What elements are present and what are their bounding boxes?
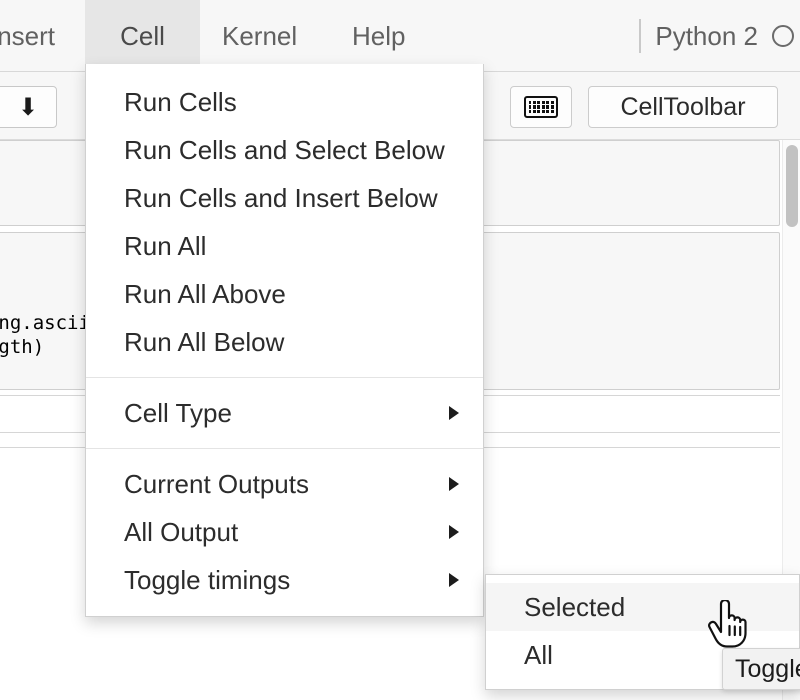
menu-separator [86,377,483,378]
menu-item-help[interactable]: Help [330,0,427,72]
keyboard-icon [524,96,558,118]
menu-bar: Insert Cell Kernel Help Python 2 [0,0,800,72]
menu-option-label: Cell Type [124,398,232,429]
circle-idle-icon[interactable] [772,25,794,47]
menu-option-run-cells[interactable]: Run Cells [86,78,483,126]
menu-option-label: Toggle timings [124,565,290,596]
menu-option-run-cells-and-insert-below[interactable]: Run Cells and Insert Below [86,174,483,222]
menu-option-current-outputs[interactable]: Current Outputs [86,460,483,508]
menu-option-run-all[interactable]: Run All [86,222,483,270]
jupyter-notebook-window: import time import string import random … [0,0,800,700]
menu-option-label: All Output [124,517,238,548]
menu-separator [86,448,483,449]
chevron-right-icon [449,573,459,587]
kernel-indicator-zone: Python 2 [639,0,800,72]
celltoolbar-button[interactable]: CellToolbar [588,86,778,128]
scrollbar-thumb[interactable] [786,145,798,227]
chevron-right-icon [449,525,459,539]
toolbar-move-group: ⬆ ⬇ [0,86,57,128]
menu-option-toggle-timings[interactable]: Toggle timings [86,556,483,604]
move-cell-down-button[interactable]: ⬇ [0,87,56,127]
chevron-right-icon [449,406,459,420]
chevron-right-icon [449,477,459,491]
menu-item-cell[interactable]: Cell [85,0,200,72]
menu-option-cell-type[interactable]: Cell Type [86,389,483,437]
submenu-option-selected[interactable]: Selected [486,583,799,631]
menu-option-run-all-below[interactable]: Run All Below [86,318,483,366]
cell-dropdown-menu: Run Cells Run Cells and Select Below Run… [85,64,484,617]
menu-option-run-all-above[interactable]: Run All Above [86,270,483,318]
menu-item-insert[interactable]: Insert [0,0,77,72]
keyboard-shortcuts-button[interactable] [510,86,572,128]
kernel-name-label: Python 2 [655,21,758,52]
menu-option-run-cells-and-select-below[interactable]: Run Cells and Select Below [86,126,483,174]
tooltip: Toggle [722,648,800,690]
menu-option-label: Current Outputs [124,469,309,500]
menu-item-kernel[interactable]: Kernel [200,0,319,72]
menu-option-all-output[interactable]: All Output [86,508,483,556]
menubar-divider [639,19,641,53]
